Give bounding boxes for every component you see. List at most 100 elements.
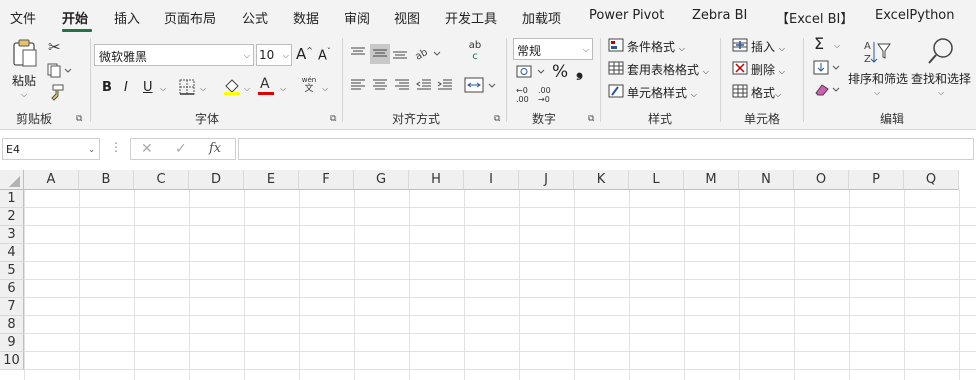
column-header[interactable]: J	[519, 170, 574, 190]
formula-input[interactable]	[238, 138, 974, 160]
format-cells-button[interactable]: 格式⌵	[751, 84, 781, 101]
font-name-select[interactable]: 微软雅黑 ⌵	[94, 44, 254, 66]
borders-chevron-down-icon[interactable]: ⌵	[200, 84, 206, 94]
cut-icon[interactable]: ✂	[48, 38, 61, 56]
borders-button[interactable]	[178, 78, 196, 99]
column-header[interactable]: Q	[904, 170, 959, 190]
merge-center-button[interactable]	[464, 76, 498, 97]
tab-insert[interactable]: 插入	[114, 8, 140, 27]
underline-button[interactable]: U	[143, 80, 153, 95]
insert-function-button[interactable]: fx	[209, 141, 221, 156]
column-header[interactable]: B	[79, 170, 134, 190]
column-header[interactable]: P	[849, 170, 904, 190]
row-header[interactable]: 9	[0, 334, 24, 352]
align-bottom-button[interactable]	[392, 46, 408, 65]
tab-home[interactable]: 开始	[62, 8, 88, 27]
clipboard-launcher-icon[interactable]: ⧉	[76, 114, 82, 124]
comma-style-button[interactable]: ❟	[576, 60, 583, 81]
fill-color-chevron-down-icon[interactable]: ⌵	[244, 84, 250, 94]
conditional-format-button[interactable]: 条件格式 ⌵	[627, 38, 685, 55]
cell-area[interactable]	[24, 190, 976, 380]
percent-style-button[interactable]: %	[552, 62, 568, 82]
increase-indent-button[interactable]	[437, 78, 453, 95]
fill-color-button[interactable]	[222, 76, 242, 99]
column-header[interactable]: D	[189, 170, 244, 190]
column-header[interactable]: N	[739, 170, 794, 190]
row-header[interactable]: 6	[0, 280, 24, 298]
row-header[interactable]: 2	[0, 208, 24, 226]
find-select-button[interactable]: 查找和选择	[911, 70, 971, 87]
column-header[interactable]: M	[684, 170, 739, 190]
delete-cells-button[interactable]: 删除 ⌵	[751, 61, 785, 78]
row-header[interactable]: 5	[0, 262, 24, 280]
tab-file[interactable]: 文件	[10, 8, 36, 27]
tab-addins[interactable]: 加载项	[522, 8, 561, 27]
grow-font-button[interactable]: A^	[296, 45, 313, 63]
select-all-button[interactable]	[0, 170, 24, 190]
column-header[interactable]: K	[574, 170, 629, 190]
decrease-indent-button[interactable]	[416, 78, 432, 95]
copy-button[interactable]	[46, 62, 74, 81]
sort-filter-chevron-down-icon[interactable]: ⌵	[874, 88, 880, 98]
column-header[interactable]: H	[409, 170, 464, 190]
increase-decimal-button[interactable]: ←0 .00	[516, 86, 536, 104]
column-header[interactable]: E	[244, 170, 299, 190]
align-middle-button[interactable]	[370, 44, 390, 64]
clear-button[interactable]	[813, 82, 845, 101]
font-size-select[interactable]: 10 ⌵	[256, 44, 292, 66]
insert-cells-button[interactable]: 插入 ⌵	[751, 38, 785, 55]
alignment-launcher-icon[interactable]: ⧉	[494, 114, 500, 124]
tab-review[interactable]: 审阅	[344, 8, 370, 27]
column-header[interactable]: O	[794, 170, 849, 190]
paste-button[interactable]	[10, 38, 40, 71]
paste-label[interactable]: 粘贴	[12, 72, 36, 89]
underline-chevron-down-icon[interactable]: ⌵	[160, 84, 166, 94]
column-header[interactable]: C	[134, 170, 189, 190]
font-color-button[interactable]: A	[258, 76, 274, 96]
number-format-select[interactable]: 常规 ⌵	[513, 38, 593, 60]
tab-excelpython[interactable]: ExcelPython	[875, 8, 955, 23]
row-header[interactable]: 7	[0, 298, 24, 316]
orientation-button[interactable]: ab	[413, 44, 442, 65]
format-as-table-button[interactable]: 套用表格格式 ⌵	[627, 61, 709, 78]
column-header[interactable]: L	[629, 170, 684, 190]
cancel-icon[interactable]: ✕	[141, 141, 153, 157]
column-header[interactable]: F	[299, 170, 354, 190]
autosum-button[interactable]: Σ	[814, 34, 824, 53]
row-header[interactable]: 4	[0, 244, 24, 262]
paste-chevron-down-icon[interactable]: ⌵	[21, 90, 27, 100]
row-header[interactable]: 1	[0, 190, 24, 208]
align-right-button[interactable]	[394, 78, 410, 95]
cell-styles-button[interactable]: 单元格样式 ⌵	[627, 84, 697, 101]
find-select-chevron-down-icon[interactable]: ⌵	[938, 88, 944, 98]
italic-button[interactable]: I	[124, 80, 128, 95]
enter-icon[interactable]: ✓	[175, 141, 187, 157]
column-header[interactable]: G	[354, 170, 409, 190]
sort-filter-button[interactable]: 排序和筛选	[848, 70, 908, 87]
column-header[interactable]: A	[24, 170, 79, 190]
row-header[interactable]: 8	[0, 316, 24, 334]
autosum-chevron-down-icon[interactable]: ⌵	[834, 41, 840, 51]
name-box[interactable]: E4 ⌄	[2, 138, 100, 160]
decrease-decimal-button[interactable]: .00 →0	[538, 86, 558, 104]
align-left-button[interactable]	[350, 78, 366, 95]
font-color-chevron-down-icon[interactable]: ⌵	[280, 84, 286, 94]
number-launcher-icon[interactable]: ⧉	[588, 114, 594, 124]
fill-button[interactable]	[813, 60, 845, 79]
row-header[interactable]: 3	[0, 226, 24, 244]
tab-excel-bi[interactable]: 【Excel BI】	[776, 8, 853, 27]
tab-page-layout[interactable]: 页面布局	[164, 8, 216, 27]
column-header[interactable]: I	[464, 170, 519, 190]
accounting-format-button[interactable]	[516, 64, 548, 83]
shrink-font-button[interactable]: Aˇ	[318, 47, 331, 63]
bold-button[interactable]: B	[102, 80, 112, 95]
tab-zebra-bi[interactable]: Zebra BI	[692, 8, 747, 23]
phonetic-guide-button[interactable]: wén 文	[300, 76, 318, 95]
tab-developer[interactable]: 开发工具	[445, 8, 497, 27]
align-top-button[interactable]	[350, 46, 366, 63]
tab-data[interactable]: 数据	[293, 8, 319, 27]
format-painter-button[interactable]	[47, 84, 65, 105]
row-header[interactable]: 10	[0, 352, 24, 370]
phonetic-chevron-down-icon[interactable]: ⌵	[322, 84, 328, 94]
name-box-chevron-down-icon[interactable]: ⌄	[88, 145, 95, 154]
